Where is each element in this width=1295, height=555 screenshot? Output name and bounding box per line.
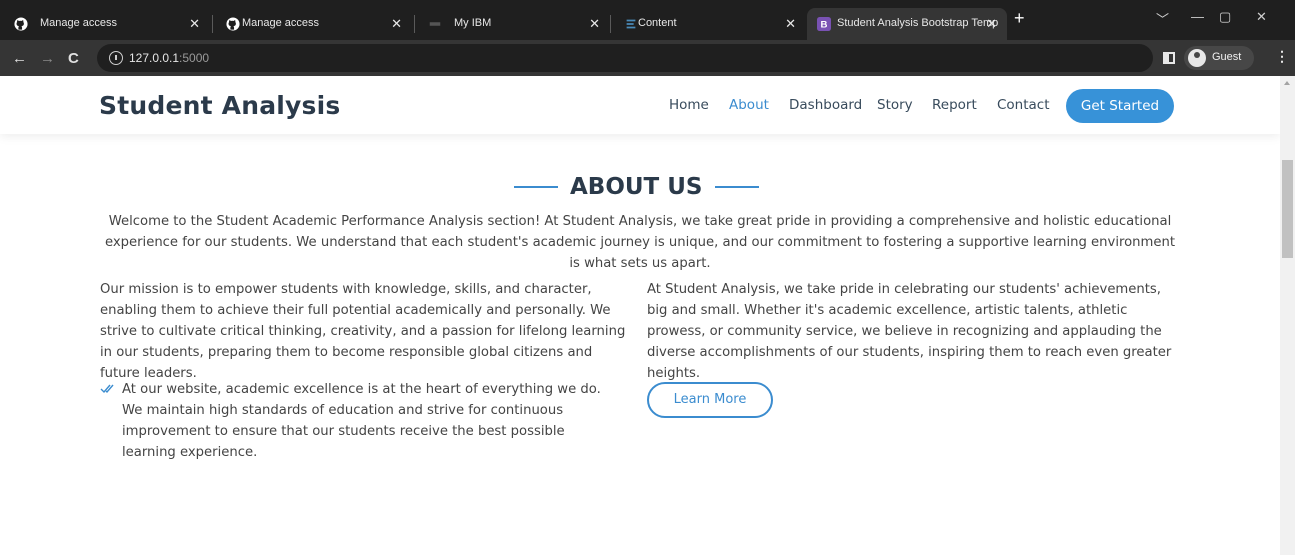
close-icon[interactable]: ✕ — [391, 16, 402, 32]
scroll-up-icon[interactable] — [1284, 81, 1290, 85]
tab-student-analysis[interactable]: B Student Analysis Bootstrap Temp ✕ — [807, 8, 1007, 40]
minimize-icon[interactable]: — — [1191, 9, 1204, 24]
site-info-icon[interactable] — [109, 51, 123, 65]
profile-button[interactable]: Guest — [1184, 46, 1254, 70]
url-text: 127.0.0.1:5000 — [129, 51, 210, 65]
tab-my-ibm[interactable]: My IBM ✕ — [414, 8, 610, 40]
page-viewport: Student Analysis Home About Dashboard St… — [0, 76, 1280, 555]
close-icon[interactable]: ✕ — [589, 16, 600, 32]
tab-title: Student Analysis Bootstrap Temp — [837, 17, 999, 29]
svg-text:B: B — [821, 20, 828, 31]
section-title: ABOUT US — [514, 172, 759, 202]
get-started-button[interactable]: Get Started — [1066, 89, 1174, 123]
nav-dashboard[interactable]: Dashboard — [789, 97, 862, 113]
tab-title: My IBM — [454, 17, 492, 29]
close-icon[interactable]: ✕ — [986, 16, 997, 32]
check-item-text: At our website, academic excellence is a… — [122, 382, 601, 460]
content-icon — [626, 19, 636, 29]
site-logo[interactable]: Student Analysis — [99, 91, 340, 120]
nav-report[interactable]: Report — [932, 97, 977, 113]
title-divider-left — [514, 186, 558, 188]
address-bar[interactable]: 127.0.0.1:5000 — [97, 44, 1153, 72]
learn-more-button[interactable]: Learn More — [647, 382, 773, 418]
nav-about[interactable]: About — [729, 97, 769, 113]
ibm-icon — [429, 22, 441, 26]
site-header: Student Analysis Home About Dashboard St… — [0, 76, 1280, 134]
new-tab-button[interactable]: + — [1014, 8, 1025, 29]
tab-content[interactable]: Content ✕ — [610, 8, 806, 40]
tab-manage-access-2[interactable]: Manage access ✕ — [212, 8, 412, 40]
nav-home[interactable]: Home — [669, 97, 709, 113]
achievements-paragraph: At Student Analysis, we take pride in ce… — [647, 282, 1172, 381]
close-icon[interactable]: ✕ — [189, 16, 200, 32]
avatar — [1188, 49, 1206, 67]
back-icon[interactable]: ← — [12, 50, 27, 67]
restore-icon[interactable]: ▢ — [1219, 9, 1231, 25]
github-icon — [14, 17, 28, 31]
tab-title: Manage access — [242, 17, 320, 29]
nav-contact[interactable]: Contact — [997, 97, 1050, 113]
nav-story[interactable]: Story — [877, 97, 913, 113]
forward-icon[interactable]: → — [40, 50, 55, 67]
chevron-down-icon[interactable]: ﹀ — [1156, 9, 1169, 28]
side-panel-icon[interactable] — [1163, 52, 1175, 64]
page-title: ABOUT US — [570, 174, 703, 200]
browser-tab-strip: Manage access ✕ Manage access ✕ My IBM ✕… — [0, 0, 1295, 40]
profile-label: Guest — [1212, 51, 1242, 63]
close-icon[interactable]: ✕ — [785, 16, 796, 32]
tab-title: Manage access — [40, 17, 118, 29]
mission-paragraph: Our mission is to empower students with … — [100, 282, 626, 381]
scrollbar-thumb[interactable] — [1282, 160, 1293, 258]
intro-paragraph: Welcome to the Student Academic Performa… — [104, 214, 1176, 271]
close-window-icon[interactable]: ✕ — [1256, 9, 1267, 25]
page-scrollbar[interactable] — [1280, 76, 1295, 555]
bootstrap-icon: B — [817, 17, 831, 31]
tab-manage-access-1[interactable]: Manage access ✕ — [0, 8, 210, 40]
tab-title: Content — [638, 17, 677, 29]
browser-toolbar: ← → C 127.0.0.1:5000 Guest ⋮ — [0, 40, 1295, 76]
title-divider-right — [714, 186, 759, 188]
github-icon — [226, 17, 240, 31]
more-menu-icon[interactable]: ⋮ — [1275, 48, 1289, 65]
reload-icon[interactable]: C — [68, 50, 79, 67]
double-check-icon — [100, 384, 114, 394]
